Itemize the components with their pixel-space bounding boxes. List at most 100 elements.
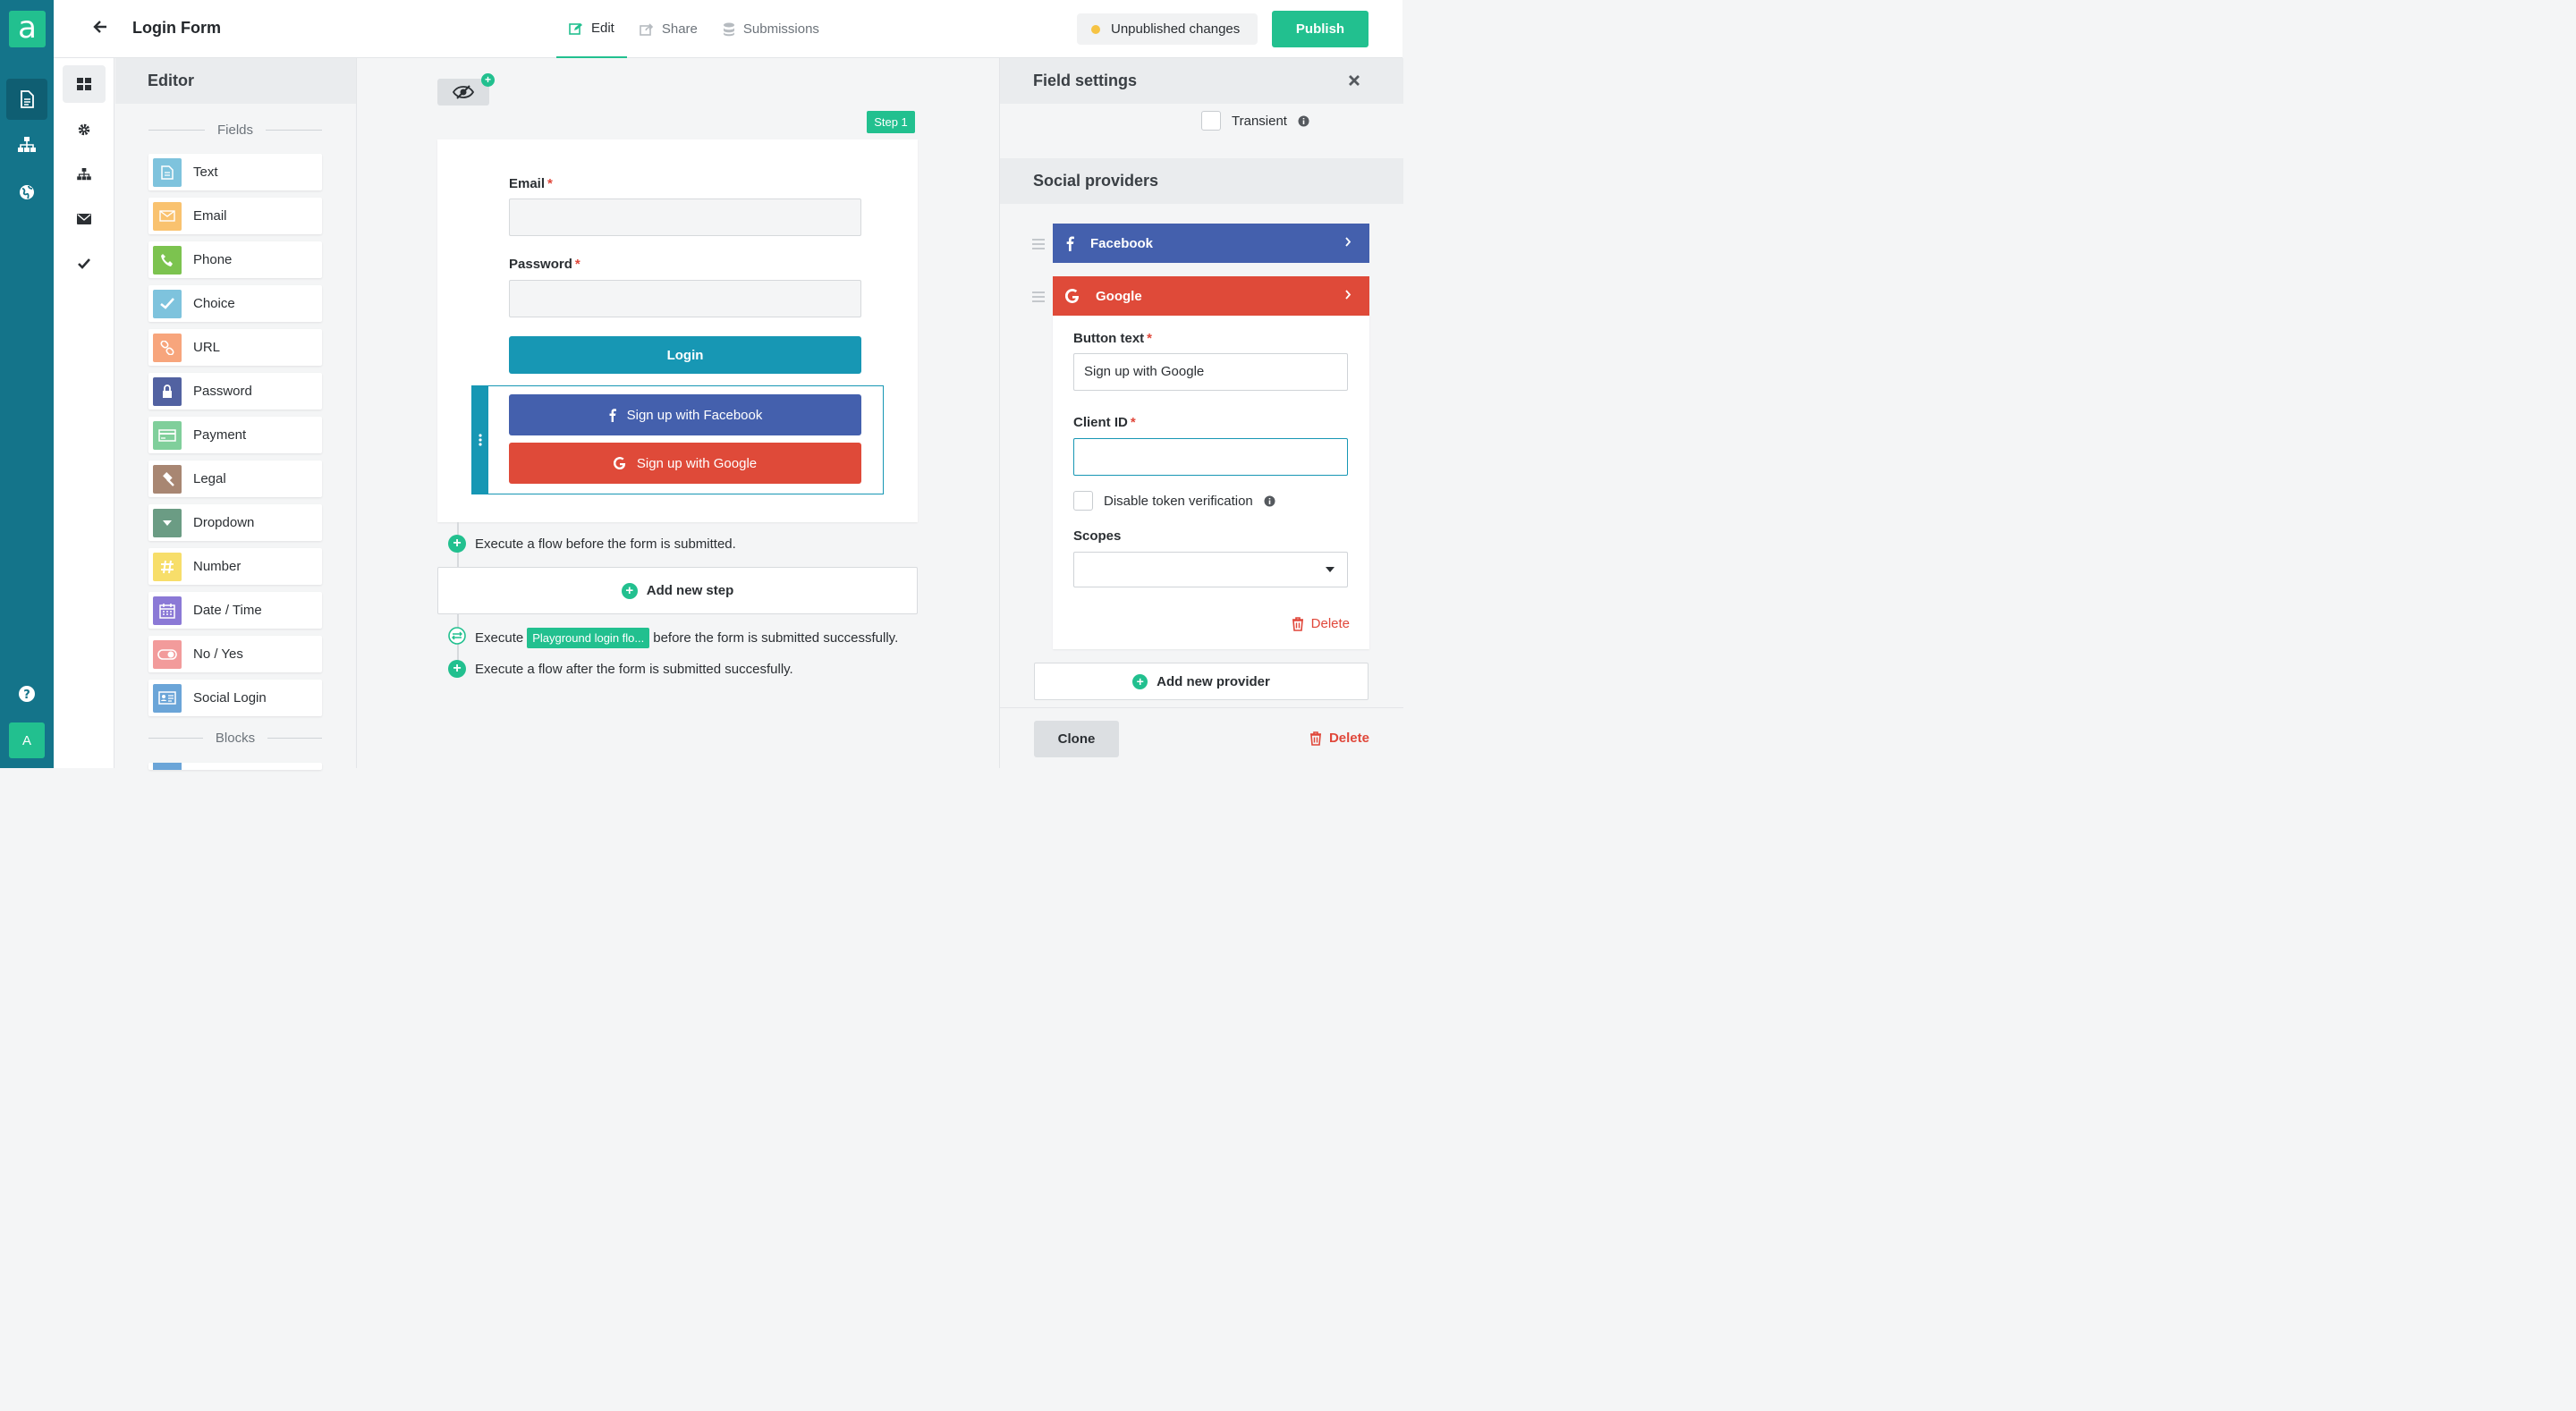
transient-option[interactable]: Transient [1201,111,1309,131]
flow-before-row[interactable]: + Execute a flow before the form is subm… [448,535,736,553]
delete-provider-label: Delete [1310,616,1350,631]
flow-after-row[interactable]: + Execute a flow after the form is submi… [448,660,793,678]
id-card-icon [153,683,182,713]
delete-provider-button[interactable]: Delete [1292,616,1350,631]
field-label: Phone [193,252,233,267]
unpublished-status[interactable]: Unpublished changes [1077,13,1258,45]
google-icon [1065,289,1079,303]
plus-circle-icon: + [448,660,466,678]
password-label: Password * [509,257,580,272]
field-dropdown[interactable]: Dropdown [148,504,322,541]
database-icon [723,22,734,36]
link-icon [153,333,182,362]
field-email[interactable]: Email [148,198,322,234]
vertical-dots-icon [479,434,482,446]
disable-token-checkbox[interactable] [1073,491,1093,511]
delete-field-button[interactable]: Delete [1309,731,1369,746]
close-settings-button[interactable] [1348,72,1360,91]
tab-edit[interactable]: Edit [556,0,627,58]
disable-token-option[interactable]: Disable token verification [1073,491,1275,511]
facebook-icon [609,408,616,422]
back-button[interactable] [93,20,107,38]
block-item-partial[interactable] [148,763,322,770]
domains-nav-button[interactable] [6,172,47,213]
validation-mode-button[interactable] [63,245,106,283]
drag-handle[interactable] [472,386,488,494]
field-label: Email [193,208,227,224]
clone-button[interactable]: Clone [1034,721,1119,757]
field-number[interactable]: Number [148,548,322,585]
field-no-yes[interactable]: No / Yes [148,636,322,672]
google-signup-button[interactable]: Sign up with Google [509,443,861,484]
provider-facebook[interactable]: Facebook [1053,224,1369,263]
add-step-plus-icon[interactable]: + [481,73,495,87]
forms-nav-button[interactable] [6,79,47,120]
drag-handle-icon[interactable] [1032,291,1045,302]
field-password[interactable]: Password [148,373,322,410]
field-date-time[interactable]: Date / Time [148,592,322,629]
eye-slash-icon [453,85,474,99]
step-badge[interactable]: Step 1 [867,111,915,133]
field-label: Legal [193,471,226,486]
tab-share-label: Share [661,21,698,37]
sitemap-icon [18,137,36,152]
flow-chip[interactable]: Playground login flo... [527,627,650,648]
settings-mode-button[interactable] [63,111,106,148]
app-logo[interactable]: a [9,11,46,47]
client-id-input[interactable] [1073,438,1348,476]
flow-before-label: Execute a flow before the form is submit… [475,536,736,552]
field-choice[interactable]: Choice [148,285,322,322]
google-provider-settings: Button text * Sign up with Google Client … [1053,316,1369,649]
field-legal[interactable]: Legal [148,460,322,497]
close-icon [1349,75,1360,86]
add-new-step-button[interactable]: + Add new step [437,567,918,614]
transient-checkbox[interactable] [1201,111,1221,131]
sitemap-icon [77,168,91,181]
flow-success-row[interactable]: Execute Playground login flo... before t… [448,627,898,648]
info-icon [1298,115,1309,126]
tab-submissions[interactable]: Submissions [710,0,832,58]
gavel-icon [153,464,182,494]
settings-footer: Clone Delete [1000,707,1403,768]
drag-handle-icon[interactable] [1032,239,1045,249]
check-icon [153,289,182,318]
gear-icon [78,123,90,136]
social-login-block[interactable]: Sign up with Facebook Sign up with Googl… [471,385,884,494]
button-text-input[interactable]: Sign up with Google [1073,353,1348,391]
password-input[interactable] [509,280,861,317]
editor-panel: Editor Fields Text Email Phone Choice UR… [115,58,357,770]
user-avatar[interactable]: A [9,722,45,758]
calendar-icon [153,596,182,625]
add-new-provider-button[interactable]: + Add new provider [1034,663,1368,700]
login-button[interactable]: Login [509,336,861,374]
text-doc-icon [153,157,182,187]
caret-down-icon [153,508,182,537]
flow-after-label: Execute a flow after the form is submitt… [475,661,793,677]
email-input[interactable] [509,199,861,236]
provider-google[interactable]: Google [1053,276,1369,316]
tab-share[interactable]: Share [627,0,710,58]
edit-icon [569,22,582,35]
field-phone[interactable]: Phone [148,241,322,278]
app-rail: a ? A [0,0,54,768]
fields-mode-button[interactable] [63,65,106,103]
publish-button[interactable]: Publish [1272,11,1368,47]
field-social-login[interactable]: Social Login [148,680,322,716]
flow-success-label: before the form is submitted successfull… [653,629,899,646]
scopes-select[interactable] [1073,552,1348,587]
facebook-signup-button[interactable]: Sign up with Facebook [509,394,861,435]
email-mode-button[interactable] [63,200,106,238]
field-text[interactable]: Text [148,154,322,190]
credit-card-icon [153,420,182,450]
envelope-icon [153,201,182,231]
envelope-icon [77,214,91,224]
field-url[interactable]: URL [148,329,322,366]
add-new-step-label: Add new step [646,583,734,598]
help-nav-button[interactable]: ? [6,673,47,714]
client-id-label: Client ID * [1073,415,1136,430]
flow-mode-button[interactable] [63,156,106,193]
transient-label: Transient [1232,113,1287,129]
flows-nav-button[interactable] [6,124,47,165]
lock-icon [153,376,182,406]
field-payment[interactable]: Payment [148,417,322,453]
